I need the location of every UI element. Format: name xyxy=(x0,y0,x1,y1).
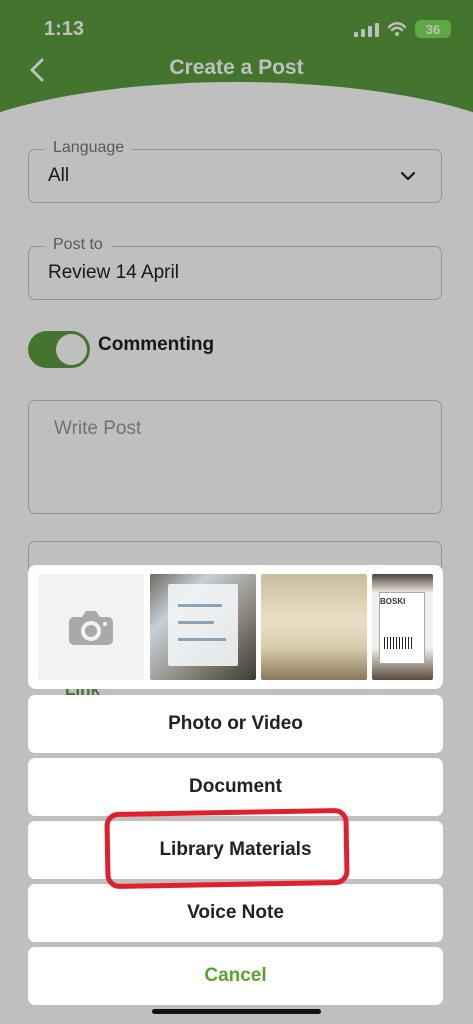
camera-icon xyxy=(69,611,113,645)
camera-tile[interactable] xyxy=(38,574,144,680)
photo-screen-graphic xyxy=(168,584,238,666)
photo-thumbnail-3[interactable]: BOSKI xyxy=(372,574,433,680)
photo-or-video-option[interactable]: Photo or Video xyxy=(28,695,443,753)
photo-picker[interactable]: BOSKI xyxy=(28,565,443,689)
photo-thumbnail-1[interactable] xyxy=(150,574,256,680)
voice-note-option[interactable]: Voice Note xyxy=(28,884,443,942)
cancel-button[interactable]: Cancel xyxy=(28,947,443,1005)
document-option[interactable]: Document xyxy=(28,758,443,816)
barcode-icon xyxy=(384,637,414,649)
clothing-brand-text: BOSKI xyxy=(380,597,406,606)
photo-thumbnail-2[interactable] xyxy=(261,574,367,680)
home-indicator[interactable] xyxy=(152,1009,321,1014)
red-highlight-annotation xyxy=(104,807,350,890)
